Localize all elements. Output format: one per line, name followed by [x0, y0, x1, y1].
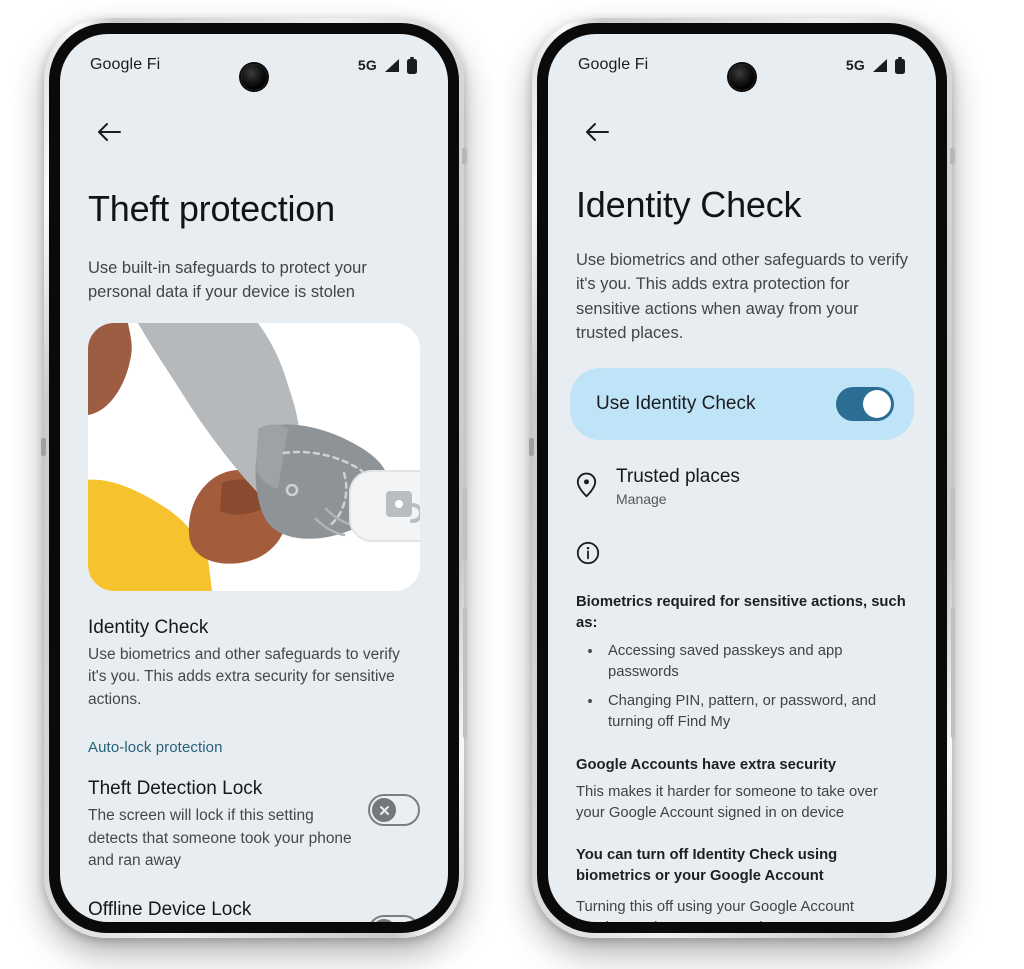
biometrics-bullet-list: Accessing saved passkeys and app passwor… — [548, 641, 936, 733]
battery-full-icon — [407, 56, 417, 74]
use-identity-check-card[interactable]: Use Identity Check — [570, 367, 914, 440]
section-body: Use biometrics and other safeguards to v… — [88, 645, 400, 708]
phone-bezel: Google Fi 5G — [49, 23, 459, 933]
carrier-label: Google Fi — [578, 56, 649, 73]
volume-button[interactable] — [950, 148, 955, 164]
phone-theft-illustration — [88, 322, 420, 591]
battery-full-icon — [895, 56, 905, 74]
list-item-subtitle: Manage — [616, 490, 667, 507]
antenna-band — [41, 438, 46, 456]
location-pin-icon — [576, 466, 598, 503]
list-item-trusted-places[interactable]: Trusted places Manage — [548, 466, 936, 507]
phone-screen-theft-protection: Google Fi 5G Theft protection Use built-… — [60, 34, 448, 922]
toggle-offline-device-lock[interactable] — [368, 914, 420, 922]
phone-bezel: Google Fi 5G — [537, 23, 947, 933]
list-item: Accessing saved passkeys and app passwor… — [588, 641, 908, 683]
phone-device-theft-protection: Google Fi 5G Theft protection Use built-… — [41, 18, 467, 938]
theft-illustration-art — [88, 322, 420, 591]
setting-title: Theft Detection Lock — [88, 778, 263, 800]
group-header-auto-lock-protection[interactable]: Auto-lock protection — [88, 739, 420, 756]
setting-body: The screen will lock if this setting det… — [88, 807, 352, 870]
toggle-use-identity-check[interactable] — [836, 386, 894, 421]
toggle-knob-off-icon — [372, 798, 396, 823]
setting-row-theft-detection-lock[interactable]: Theft Detection Lock The screen will loc… — [60, 778, 448, 872]
phone-device-identity-check: Google Fi 5G Identity Check Use biometri… — [529, 18, 955, 938]
signal-bars-icon — [873, 58, 887, 72]
back-arrow-icon — [585, 123, 609, 141]
power-button[interactable] — [951, 488, 955, 560]
setting-row-offline-device-lock[interactable]: Offline Device Lock The screen will lock… — [60, 899, 448, 922]
volume-rocker[interactable] — [951, 608, 955, 738]
status-bar: Google Fi 5G — [548, 34, 936, 96]
toggle-theft-detection-lock[interactable] — [368, 794, 420, 827]
screenshot-stage: Google Fi 5G Theft protection Use built-… — [0, 0, 1024, 969]
page-subtitle: Use biometrics and other safeguards to v… — [576, 251, 908, 343]
antenna-band — [529, 438, 534, 456]
page-subtitle: Use built-in safeguards to protect your … — [88, 259, 367, 302]
close-x-icon — [379, 805, 389, 815]
info-circle-icon — [548, 541, 936, 570]
volume-rocker[interactable] — [463, 608, 467, 738]
info-body-google-accounts: This makes it harder for someone to take… — [576, 783, 878, 822]
back-arrow-icon — [97, 123, 121, 141]
info-heading-turn-off: You can turn off Identity Check using bi… — [576, 846, 838, 884]
power-button[interactable] — [463, 488, 467, 560]
section-identity-check[interactable]: Identity Check Use biometrics and other … — [60, 617, 448, 711]
status-bar: Google Fi 5G — [60, 34, 448, 96]
screen-content: Identity Check Use biometrics and other … — [548, 96, 936, 922]
back-button[interactable] — [88, 112, 128, 152]
signal-bars-icon — [385, 58, 399, 72]
page-title: Theft protection — [88, 188, 335, 229]
toggle-knob-on-icon — [863, 389, 891, 418]
info-heading-biometrics: Biometrics required for sensitive action… — [576, 593, 906, 631]
screen-content: Theft protection Use built-in safeguards… — [60, 96, 448, 922]
volume-button[interactable] — [462, 148, 467, 164]
page-title: Identity Check — [576, 184, 802, 225]
section-title: Identity Check — [88, 616, 209, 638]
list-item-title: Trusted places — [616, 465, 740, 487]
back-button[interactable] — [576, 112, 616, 152]
phone-screen-identity-check: Google Fi 5G Identity Check Use biometri… — [548, 34, 936, 922]
network-type-label: 5G — [357, 57, 377, 73]
toggle-knob-off-icon — [372, 918, 396, 922]
use-identity-check-label: Use Identity Check — [596, 392, 756, 414]
info-body-turn-off: Turning this off using your Google Accou… — [576, 898, 855, 922]
list-item: Changing PIN, pattern, or password, and … — [588, 691, 908, 733]
network-type-label: 5G — [845, 57, 865, 73]
setting-title: Offline Device Lock — [88, 898, 252, 920]
info-heading-google-accounts: Google Accounts have extra security — [576, 756, 837, 773]
carrier-label: Google Fi — [90, 56, 161, 73]
